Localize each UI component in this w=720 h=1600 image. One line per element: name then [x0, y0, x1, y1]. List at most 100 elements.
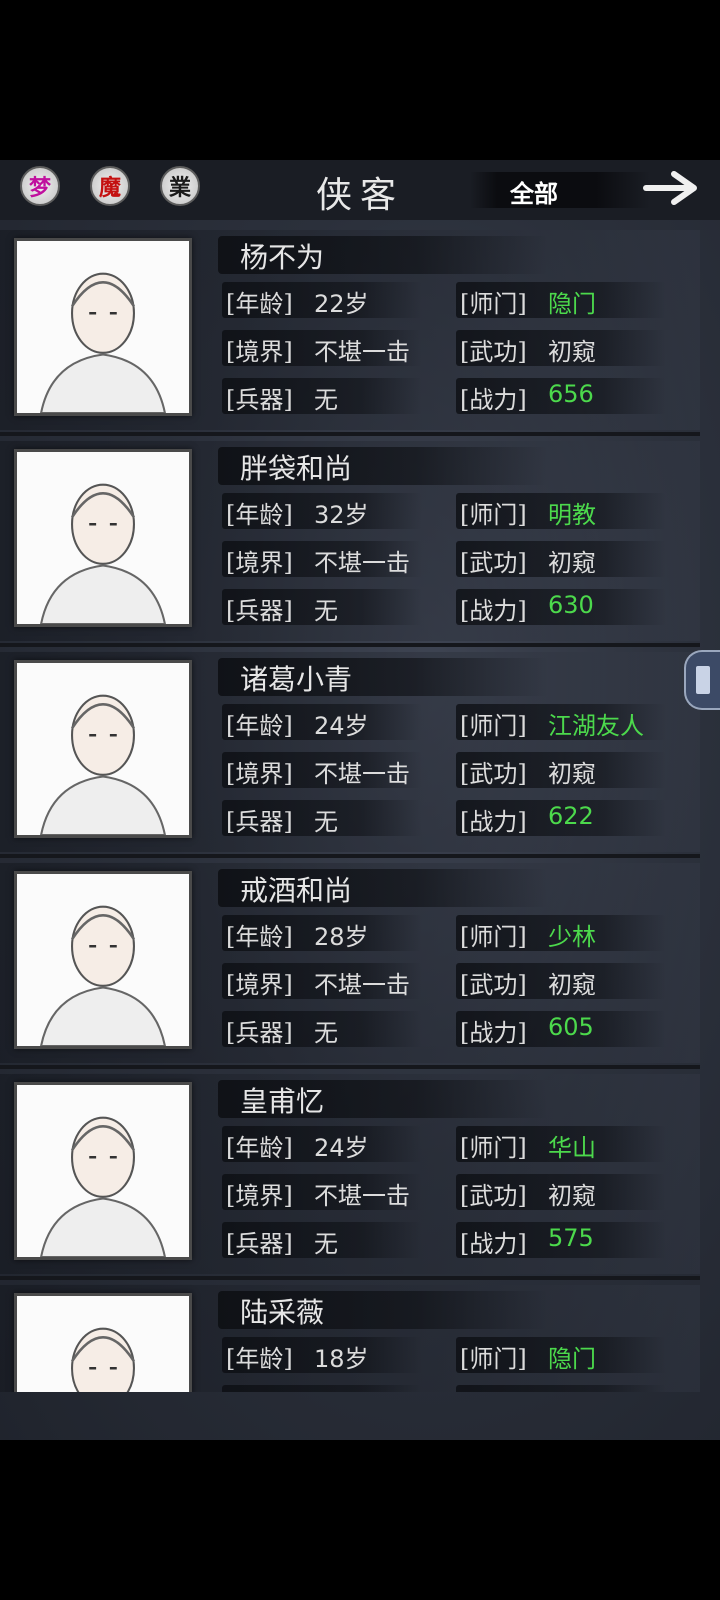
- realm-value: 不堪一击: [314, 549, 410, 577]
- martial-value: 初窥: [548, 549, 596, 577]
- power-value: 622: [548, 802, 594, 830]
- hero-portrait: [14, 449, 192, 627]
- hero-name: 戒酒和尚: [240, 874, 353, 907]
- sect-label: [师门]: [460, 1345, 527, 1373]
- filter-karma-label: 業: [168, 175, 191, 201]
- realm-value: 不堪一击: [314, 338, 410, 366]
- realm-label: [境界]: [226, 1182, 293, 1210]
- hero-portrait-illustration: [17, 874, 189, 1046]
- card-divider: [0, 643, 700, 647]
- sect-label: [师门]: [460, 501, 527, 529]
- realm-label: [境界]: [226, 338, 293, 366]
- age-label: [年龄]: [226, 1345, 293, 1373]
- next-button[interactable]: [640, 166, 704, 210]
- hero-card[interactable]: 杨不为 [年龄] 22岁 [师门] 隐门 [境界] 不堪一击 [武功] 初窥 […: [0, 230, 700, 436]
- weapon-value: 无: [314, 597, 338, 625]
- sect-value: 华山: [548, 1134, 596, 1162]
- card-divider: [0, 1065, 700, 1069]
- power-label: [战力]: [460, 1230, 527, 1258]
- app-screen: 梦 魔 業 侠客 全部 杨不为 [年龄] 22岁 [师门] 隐门 [境界] 不堪…: [0, 160, 720, 1440]
- hero-card[interactable]: 戒酒和尚 [年龄] 28岁 [师门] 少林 [境界] 不堪一击 [武功] 初窥 …: [0, 863, 700, 1069]
- hero-name: 诸葛小青: [240, 663, 353, 696]
- hero-name: 胖袋和尚: [240, 452, 353, 485]
- martial-value: 初窥: [548, 971, 596, 999]
- hero-portrait-illustration: [17, 663, 189, 835]
- card-divider: [0, 432, 700, 436]
- power-value: 605: [548, 1013, 594, 1041]
- page-title: 侠客: [315, 175, 404, 216]
- martial-label: [武功]: [460, 338, 527, 366]
- hero-name: 皇甫忆: [240, 1085, 325, 1118]
- weapon-value: 无: [314, 1019, 338, 1047]
- hero-portrait: [14, 238, 192, 416]
- martial-value: 初窥: [548, 1387, 596, 1392]
- realm-value: 不堪一击: [314, 1387, 410, 1392]
- sect-value: 少林: [548, 923, 596, 951]
- martial-label: [武功]: [460, 549, 527, 577]
- age-label: [年龄]: [226, 923, 293, 951]
- weapon-value: 无: [314, 1230, 338, 1258]
- weapon-label: [兵器]: [226, 597, 293, 625]
- hero-name: 杨不为: [240, 241, 325, 274]
- weapon-label: [兵器]: [226, 1230, 293, 1258]
- sect-value: 隐门: [548, 1345, 596, 1373]
- hero-card[interactable]: 诸葛小青 [年龄] 24岁 [师门] 江湖友人 [境界] 不堪一击 [武功] 初…: [0, 652, 700, 858]
- realm-label: [境界]: [226, 760, 293, 788]
- weapon-label: [兵器]: [226, 386, 293, 414]
- age-label: [年龄]: [226, 1134, 293, 1162]
- filter-karma-button[interactable]: 業: [160, 166, 200, 206]
- hero-card[interactable]: 陆采薇 [年龄] 18岁 [师门] 隐门 [境界] 不堪一击 [武功] 初窥 […: [0, 1285, 700, 1392]
- age-value: 24岁: [314, 712, 369, 740]
- sect-value: 江湖友人: [548, 712, 644, 740]
- card-divider: [0, 1276, 700, 1280]
- side-drawer-tab[interactable]: [684, 650, 720, 710]
- power-value: 656: [548, 380, 594, 408]
- hero-card[interactable]: 胖袋和尚 [年龄] 32岁 [师门] 明教 [境界] 不堪一击 [武功] 初窥 …: [0, 441, 700, 647]
- power-label: [战力]: [460, 1019, 527, 1047]
- filter-demon-label: 魔: [98, 175, 121, 201]
- realm-value: 不堪一击: [314, 760, 410, 788]
- hero-list[interactable]: 杨不为 [年龄] 22岁 [师门] 隐门 [境界] 不堪一击 [武功] 初窥 […: [0, 230, 720, 1392]
- filter-dream-button[interactable]: 梦: [20, 166, 60, 206]
- category-filter-value: 全部: [510, 180, 558, 208]
- age-label: [年龄]: [226, 290, 293, 318]
- martial-value: 初窥: [548, 760, 596, 788]
- filter-demon-button[interactable]: 魔: [90, 166, 130, 206]
- hero-portrait-illustration: [17, 452, 189, 624]
- weapon-label: [兵器]: [226, 1019, 293, 1047]
- filter-dream-label: 梦: [28, 175, 51, 201]
- martial-label: [武功]: [460, 760, 527, 788]
- weapon-value: 无: [314, 808, 338, 836]
- sect-label: [师门]: [460, 1134, 527, 1162]
- hero-portrait: [14, 1082, 192, 1260]
- age-label: [年龄]: [226, 501, 293, 529]
- hero-portrait-illustration: [17, 1296, 189, 1392]
- sect-value: 隐门: [548, 290, 596, 318]
- martial-label: [武功]: [460, 1182, 527, 1210]
- hero-name: 陆采薇: [240, 1296, 325, 1329]
- power-label: [战力]: [460, 597, 527, 625]
- weapon-label: [兵器]: [226, 808, 293, 836]
- martial-value: 初窥: [548, 338, 596, 366]
- age-value: 28岁: [314, 923, 369, 951]
- category-filter-dropdown[interactable]: 全部: [470, 172, 650, 208]
- hero-portrait-illustration: [17, 241, 189, 413]
- hero-card[interactable]: 皇甫忆 [年龄] 24岁 [师门] 华山 [境界] 不堪一击 [武功] 初窥 […: [0, 1074, 700, 1280]
- arrow-right-icon: [643, 171, 697, 205]
- hero-portrait-illustration: [17, 1085, 189, 1257]
- weapon-value: 无: [314, 386, 338, 414]
- power-value: 575: [548, 1224, 594, 1252]
- age-value: 18岁: [314, 1345, 369, 1373]
- age-value: 32岁: [314, 501, 369, 529]
- sect-label: [师门]: [460, 923, 527, 951]
- age-value: 22岁: [314, 290, 369, 318]
- hero-portrait: [14, 1293, 192, 1392]
- sect-value: 明教: [548, 501, 596, 529]
- realm-label: [境界]: [226, 1387, 293, 1392]
- age-label: [年龄]: [226, 712, 293, 740]
- martial-label: [武功]: [460, 1387, 527, 1392]
- hero-portrait: [14, 660, 192, 838]
- realm-label: [境界]: [226, 549, 293, 577]
- sect-label: [师门]: [460, 290, 527, 318]
- realm-label: [境界]: [226, 971, 293, 999]
